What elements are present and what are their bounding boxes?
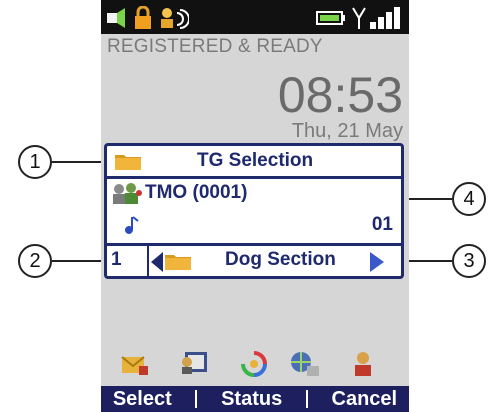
signal-strength-icon (107, 8, 125, 28)
select-softkey[interactable]: Select (113, 388, 172, 411)
group-icon (113, 183, 142, 204)
lock-icon (135, 6, 151, 29)
group-number: 01 (371, 214, 393, 235)
status-bar (101, 0, 409, 34)
cancel-softkey[interactable]: Cancel (332, 388, 398, 411)
folder-index: 1 (111, 249, 122, 270)
folder-row-separator (147, 246, 149, 276)
signal-bars-icon (370, 7, 400, 29)
person-icon[interactable] (351, 350, 375, 378)
softkey-bar: Select Status Cancel (101, 386, 409, 412)
callout-4: 4 (452, 182, 486, 216)
folder-icon-small (165, 255, 191, 270)
music-note-icon (125, 216, 139, 234)
antenna-icon (352, 7, 366, 29)
panel-header: TG Selection (197, 150, 314, 171)
softkey-divider (305, 390, 308, 408)
arrow-left-icon[interactable] (151, 252, 163, 272)
callout-1: 1 (18, 145, 52, 179)
tg-selection-panel[interactable]: TG Selection TMO (0001) 01 1 Dog Section (104, 143, 404, 279)
group-divider (107, 243, 401, 246)
registration-status: REGISTERED & READY (107, 36, 323, 57)
contacts-icon[interactable] (179, 350, 211, 376)
battery-icon (316, 11, 345, 25)
header-divider (107, 176, 401, 179)
clock: 08:53 (277, 67, 403, 123)
user-audio-icon (161, 8, 189, 29)
softkey-divider (195, 390, 198, 408)
group-name: TMO (0001) (145, 182, 248, 203)
folder-name: Dog Section (225, 249, 336, 270)
message-icon[interactable] (121, 352, 149, 376)
folder-icon (115, 155, 141, 170)
callout-3: 3 (452, 244, 486, 278)
status-softkey[interactable]: Status (221, 388, 282, 411)
network-icon[interactable] (289, 350, 321, 378)
arrow-right-icon[interactable] (370, 252, 384, 272)
refresh-icon[interactable] (239, 350, 269, 378)
phone-screen: REGISTERED & READY 08:53 Thu, 21 May TG … (101, 0, 409, 412)
date: Thu, 21 May (291, 120, 403, 142)
callout-2: 2 (18, 244, 52, 278)
